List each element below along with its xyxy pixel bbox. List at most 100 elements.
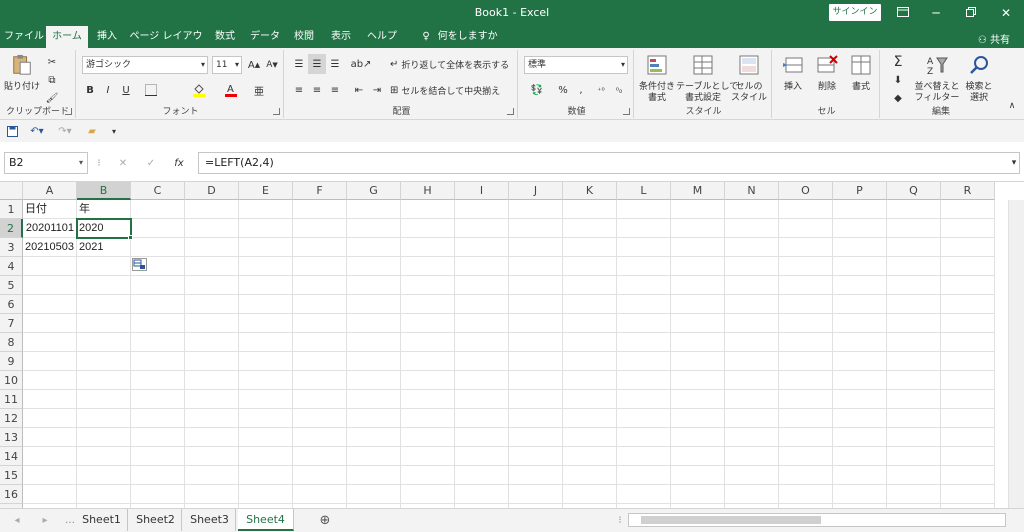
cell-l15[interactable] <box>617 466 671 485</box>
cell-o9[interactable] <box>779 352 833 371</box>
cell-h11[interactable] <box>401 390 455 409</box>
cell-l16[interactable] <box>617 485 671 504</box>
cell-d1[interactable] <box>185 200 239 219</box>
cell-g6[interactable] <box>347 295 401 314</box>
cell-j8[interactable] <box>509 333 563 352</box>
cell-p13[interactable] <box>833 428 887 447</box>
cell-m15[interactable] <box>671 466 725 485</box>
cell-h3[interactable] <box>401 238 455 257</box>
cell-n7[interactable] <box>725 314 779 333</box>
find-select-button[interactable]: 検索と 選択 <box>962 54 996 104</box>
cell-d7[interactable] <box>185 314 239 333</box>
cell-i1[interactable] <box>455 200 509 219</box>
cell-q1[interactable] <box>887 200 941 219</box>
cell-i13[interactable] <box>455 428 509 447</box>
increase-indent-icon[interactable]: ⇥ <box>368 80 386 100</box>
undo-icon[interactable]: ↶▾ <box>26 121 48 141</box>
row-header-1[interactable]: 1 <box>0 200 23 219</box>
cell-g9[interactable] <box>347 352 401 371</box>
cell-j3[interactable] <box>509 238 563 257</box>
cell-e7[interactable] <box>239 314 293 333</box>
row-header-16[interactable]: 16 <box>0 485 23 504</box>
cell-r6[interactable] <box>941 295 995 314</box>
cell-l11[interactable] <box>617 390 671 409</box>
cell-b5[interactable] <box>77 276 131 295</box>
row-header-7[interactable]: 7 <box>0 314 23 333</box>
bold-button[interactable]: B <box>82 80 98 100</box>
cell-p7[interactable] <box>833 314 887 333</box>
cell-f4[interactable] <box>293 257 347 276</box>
underline-button[interactable]: U <box>118 80 134 100</box>
cell-a13[interactable] <box>23 428 77 447</box>
merge-center-button[interactable]: ⊞ セルを結合して中央揃え <box>390 80 514 100</box>
cell-b7[interactable] <box>77 314 131 333</box>
cell-q13[interactable] <box>887 428 941 447</box>
cell-a16[interactable] <box>23 485 77 504</box>
cell-e13[interactable] <box>239 428 293 447</box>
cell-b6[interactable] <box>77 295 131 314</box>
share-button[interactable]: ⚇ 共有 <box>978 31 1010 46</box>
cell-e15[interactable] <box>239 466 293 485</box>
autosum-icon[interactable]: Σ <box>886 52 910 72</box>
cell-r10[interactable] <box>941 371 995 390</box>
cell-f5[interactable] <box>293 276 347 295</box>
cell-r7[interactable] <box>941 314 995 333</box>
cell-a7[interactable] <box>23 314 77 333</box>
cell-d2[interactable] <box>185 219 239 238</box>
cell-j6[interactable] <box>509 295 563 314</box>
cell-o7[interactable] <box>779 314 833 333</box>
cell-e14[interactable] <box>239 447 293 466</box>
cell-a4[interactable] <box>23 257 77 276</box>
cell-n2[interactable] <box>725 219 779 238</box>
cell-l6[interactable] <box>617 295 671 314</box>
cell-r4[interactable] <box>941 257 995 276</box>
cell-p3[interactable] <box>833 238 887 257</box>
italic-button[interactable]: I <box>100 80 116 100</box>
cell-e16[interactable] <box>239 485 293 504</box>
cell-b11[interactable] <box>77 390 131 409</box>
cell-g8[interactable] <box>347 333 401 352</box>
align-top-icon[interactable]: ☰ <box>290 54 308 74</box>
align-bottom-icon[interactable]: ☰ <box>326 54 344 74</box>
cell-n12[interactable] <box>725 409 779 428</box>
cell-c13[interactable] <box>131 428 185 447</box>
cell-d5[interactable] <box>185 276 239 295</box>
cell-h8[interactable] <box>401 333 455 352</box>
column-header-b[interactable]: B <box>77 182 131 200</box>
cell-d9[interactable] <box>185 352 239 371</box>
paste-button[interactable]: 貼り付け <box>4 54 40 93</box>
cell-n9[interactable] <box>725 352 779 371</box>
column-header-o[interactable]: O <box>779 182 833 200</box>
cell-m6[interactable] <box>671 295 725 314</box>
more-options-icon[interactable]: ⁝ <box>96 153 102 173</box>
align-center-icon[interactable]: ≡ <box>308 80 326 100</box>
cell-d16[interactable] <box>185 485 239 504</box>
cell-k2[interactable] <box>563 219 617 238</box>
cell-h16[interactable] <box>401 485 455 504</box>
cell-m11[interactable] <box>671 390 725 409</box>
cell-o12[interactable] <box>779 409 833 428</box>
cell-i16[interactable] <box>455 485 509 504</box>
spreadsheet-grid[interactable]: A B C D E F G H I J K L M N O P Q R 1 日付年 2 20201101 2020 3 2021… <box>0 182 1024 508</box>
cell-e11[interactable] <box>239 390 293 409</box>
cell-p12[interactable] <box>833 409 887 428</box>
cell-q5[interactable] <box>887 276 941 295</box>
scroll-tabs-right-icon[interactable]: ▸ <box>38 510 52 530</box>
row-header-14[interactable]: 14 <box>0 447 23 466</box>
cell-n15[interactable] <box>725 466 779 485</box>
cell-r8[interactable] <box>941 333 995 352</box>
format-cells-button[interactable]: 書式 <box>846 54 876 93</box>
phonetic-icon[interactable]: 亜 <box>248 80 270 100</box>
insert-cells-button[interactable]: 挿入 <box>778 54 808 93</box>
cell-o5[interactable] <box>779 276 833 295</box>
cell-m7[interactable] <box>671 314 725 333</box>
cell-p6[interactable] <box>833 295 887 314</box>
row-header-4[interactable]: 4 <box>0 257 23 276</box>
cell-e10[interactable] <box>239 371 293 390</box>
cell-q4[interactable] <box>887 257 941 276</box>
cell-b16[interactable] <box>77 485 131 504</box>
cell-n11[interactable] <box>725 390 779 409</box>
wrap-text-button[interactable]: ↵ 折り返して全体を表示する <box>390 54 514 74</box>
cell-h2[interactable] <box>401 219 455 238</box>
cell-j7[interactable] <box>509 314 563 333</box>
